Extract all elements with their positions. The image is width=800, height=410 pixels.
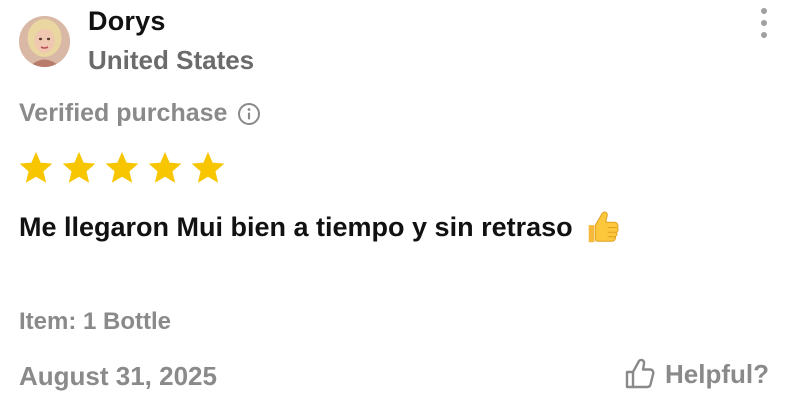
more-options-button[interactable] <box>752 6 776 40</box>
review-body: Me llegaron Mui bien a tiempo y sin retr… <box>19 208 621 246</box>
reviewer-name: Dorys <box>88 6 166 36</box>
star-rating <box>17 149 227 187</box>
review-card: Dorys United States Verified purchase Me… <box>0 0 800 410</box>
thumbs-up-emoji-icon <box>588 211 619 243</box>
more-vertical-icon-dot <box>761 20 767 26</box>
reviewer-country: United States <box>88 45 255 75</box>
thumbs-up-outline-icon <box>625 358 655 389</box>
reviewer-avatar[interactable] <box>19 16 70 67</box>
more-vertical-icon-dot <box>761 8 767 14</box>
review-date: August 31, 2025 <box>19 361 217 391</box>
verified-purchase-label: Verified purchase <box>19 99 228 127</box>
info-icon[interactable] <box>237 102 261 126</box>
helpful-label: Helpful? <box>665 358 769 389</box>
avatar-photo-icon <box>19 16 70 67</box>
star-icon <box>191 151 225 183</box>
star-icon <box>62 151 96 183</box>
helpful-button[interactable]: Helpful? <box>623 357 769 391</box>
item-variant: Item: 1 Bottle <box>19 308 172 335</box>
verified-purchase-row: Verified purchase <box>19 99 261 128</box>
star-icon <box>19 151 53 183</box>
star-icon <box>148 151 182 183</box>
more-vertical-icon-dot <box>761 32 767 38</box>
star-icon <box>105 151 139 183</box>
review-text: Me llegaron Mui bien a tiempo y sin retr… <box>19 211 573 242</box>
